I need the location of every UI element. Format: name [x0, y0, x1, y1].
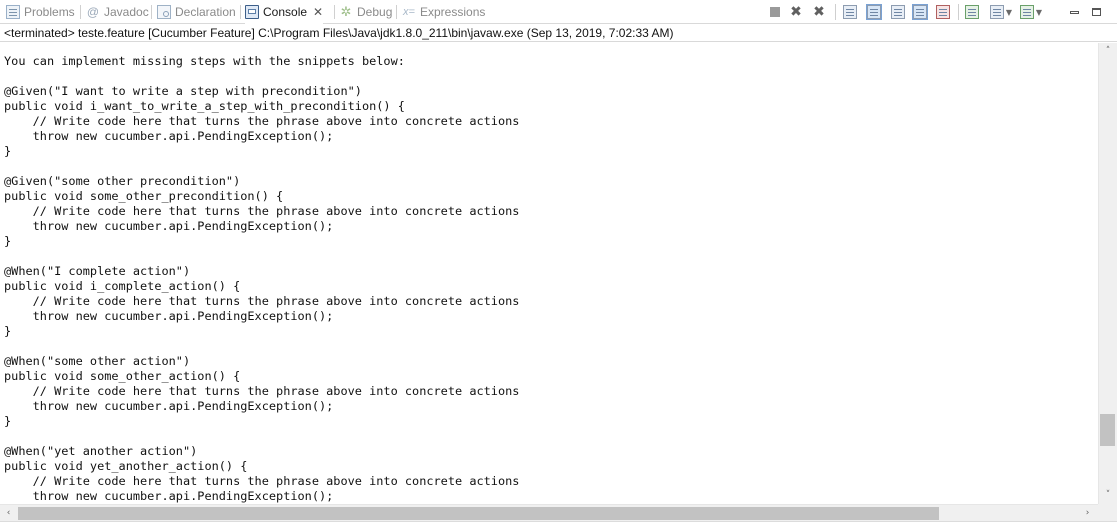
- chevron-down-icon: ▼: [1005, 7, 1013, 17]
- tab-expressions[interactable]: x= Expressions: [402, 0, 485, 24]
- scroll-left-button[interactable]: ‹: [0, 505, 17, 522]
- expressions-icon: x=: [403, 6, 415, 18]
- minimize-icon: [1069, 10, 1079, 14]
- toolbar-divider: [958, 4, 959, 20]
- tab-console[interactable]: Console ✕: [245, 0, 324, 24]
- tab-debug[interactable]: ✲ Debug: [339, 0, 393, 24]
- vertical-scrollbar[interactable]: ˄ ˅: [1098, 43, 1117, 504]
- show-console-on-output-icon: [866, 4, 882, 20]
- console-icon: [245, 5, 259, 19]
- show-console-on-error-button[interactable]: [890, 4, 906, 20]
- open-console-icon: [1019, 5, 1034, 19]
- horizontal-scroll-thumb[interactable]: [18, 507, 939, 520]
- remove-launch-icon: ✖: [790, 4, 802, 20]
- tab-problems[interactable]: Problems: [6, 0, 75, 24]
- console-output[interactable]: You can implement missing steps with the…: [0, 43, 1098, 504]
- tab-label: Declaration: [175, 5, 236, 19]
- toolbar-divider: [835, 4, 836, 20]
- console-text[interactable]: You can implement missing steps with the…: [0, 43, 1098, 504]
- tab-javadoc[interactable]: @ Javadoc: [86, 0, 149, 24]
- chevron-left-icon: ‹: [6, 508, 11, 518]
- terminate-icon: [770, 7, 780, 17]
- pin-console-button[interactable]: [964, 4, 980, 20]
- horizontal-scrollbar[interactable]: ‹ ›: [0, 504, 1098, 521]
- tab-divider: [151, 5, 152, 19]
- open-console-button[interactable]: ▼: [1018, 4, 1044, 20]
- pin-console-icon: [965, 5, 979, 19]
- display-selected-console-button[interactable]: ▼: [988, 4, 1014, 20]
- scroll-lock-icon: [843, 5, 857, 19]
- clear-console-icon: [936, 5, 950, 19]
- chevron-up-icon: ˄: [1105, 46, 1111, 56]
- tab-divider: [240, 5, 241, 19]
- tab-label: Expressions: [420, 5, 486, 19]
- chevron-down-icon: ▼: [1035, 7, 1043, 17]
- tab-divider: [396, 5, 397, 19]
- scroll-up-button[interactable]: ˄: [1099, 43, 1117, 60]
- scrollbar-corner: [1098, 504, 1117, 521]
- scroll-right-button[interactable]: ›: [1079, 505, 1096, 522]
- vertical-scroll-thumb[interactable]: [1100, 414, 1115, 446]
- console-process-label: <terminated> teste.feature [Cucumber Fea…: [0, 25, 1117, 42]
- tab-label: Javadoc: [104, 5, 149, 19]
- tab-divider: [80, 5, 81, 19]
- tab-label: Console: [263, 5, 308, 19]
- maximize-icon: [1091, 8, 1101, 16]
- debug-icon: ✲: [340, 4, 352, 19]
- clear-console-button[interactable]: [935, 4, 951, 20]
- tab-declaration[interactable]: Declaration: [157, 0, 236, 24]
- view-tab-bar: Problems @ Javadoc Declaration Console ✕…: [0, 0, 1117, 24]
- problems-icon: [6, 5, 20, 19]
- javadoc-icon: @: [86, 5, 100, 19]
- word-wrap-button[interactable]: [912, 4, 928, 20]
- remove-launch-button[interactable]: ✖: [788, 4, 804, 20]
- remove-all-terminated-icon: ✖: [813, 4, 825, 20]
- scroll-down-button[interactable]: ˅: [1099, 487, 1117, 504]
- bottom-border: [0, 521, 1117, 525]
- show-console-on-output-button[interactable]: [866, 4, 882, 20]
- declaration-icon: [157, 5, 171, 19]
- tab-divider: [334, 5, 335, 19]
- chevron-right-icon: ›: [1085, 508, 1090, 518]
- tab-label: Problems: [24, 5, 75, 19]
- chevron-down-icon: ˅: [1105, 490, 1111, 500]
- word-wrap-icon: [912, 4, 928, 20]
- show-console-on-error-icon: [891, 5, 905, 19]
- terminate-button[interactable]: [768, 4, 782, 20]
- maximize-button[interactable]: [1090, 4, 1102, 20]
- tab-label: Debug: [357, 5, 393, 19]
- scroll-lock-button[interactable]: [842, 4, 858, 20]
- close-icon[interactable]: ✕: [313, 5, 323, 19]
- remove-all-terminated-button[interactable]: ✖: [810, 4, 828, 20]
- display-selected-console-icon: [989, 5, 1004, 19]
- minimize-button[interactable]: [1068, 4, 1080, 20]
